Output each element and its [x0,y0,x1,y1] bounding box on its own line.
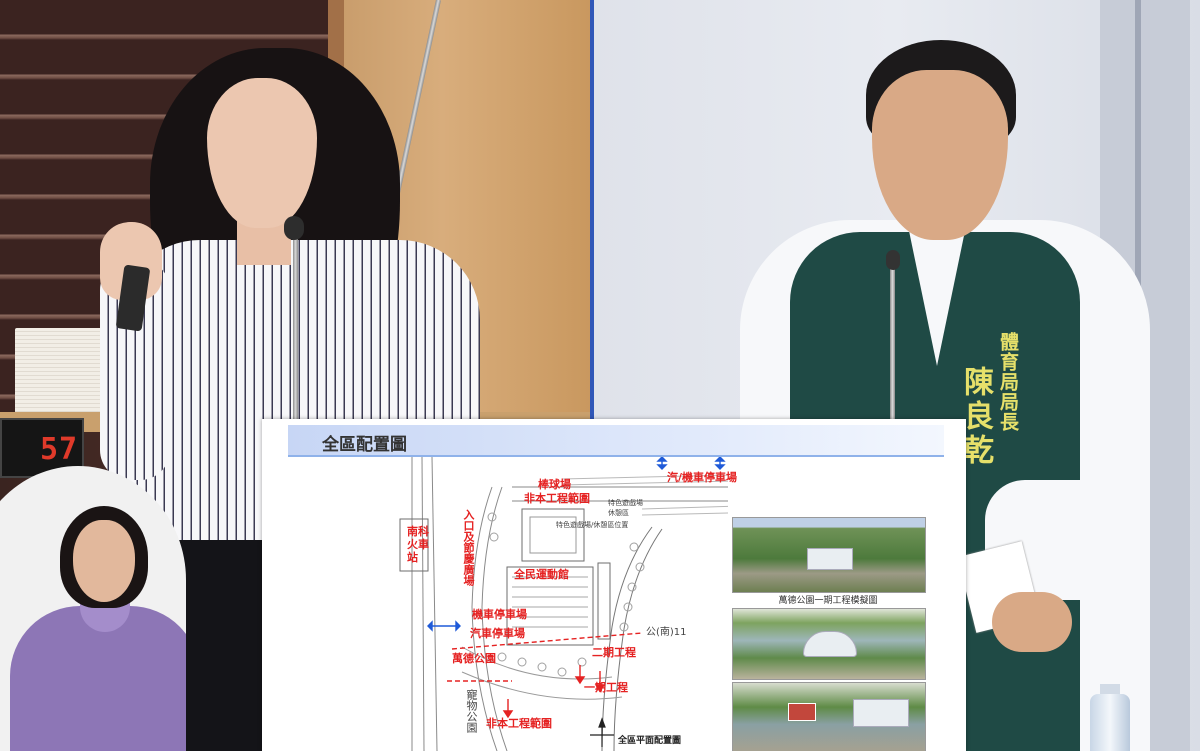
label-motorcycle-parking: 機車停車場 [472,608,527,621]
director-face [872,70,1008,240]
director-mic-stand [890,256,895,436]
timer-digits: 57 [40,432,79,467]
rendering-photo-3 [732,682,926,751]
label-sports-hall: 全民運動館 [514,568,569,581]
label-south-station: 南科火車站 [407,525,429,564]
site-plan-drawing: 南科火車站 入口及節慶廣場 棒球場 非本工程範圍 特色遊戲場/休憩區位置 特色遊… [262,457,737,751]
label-car-moto-parking-top: 汽/機車停車場 [667,471,738,484]
rendering-photo-1 [732,517,926,593]
label-small-note-1: 特色遊戲場/休憩區位置 [556,521,629,529]
rendering-caption: 萬德公園一期工程模擬圖 [778,596,878,606]
slide-title: 全區配置圖 [322,435,407,455]
councillor-mic-head [284,216,304,240]
label-non-project-area-top: 非本工程範圍 [524,492,590,505]
sign-language-interpreter-inset [0,466,186,751]
label-phase-1: 一期工程 [584,681,628,694]
label-site-plan-caption: 全區平面配置圖 [618,736,682,746]
panel-divider [590,0,594,420]
rendering-building [803,631,857,657]
interpreter-face [73,520,135,602]
rendering-photo-2 [732,608,926,680]
label-non-project-area-bottom: 非本工程範圍 [486,717,552,730]
label-small-note-3: 休憩區 [608,509,629,517]
rendering-tennis-court [788,703,816,721]
rendering-building [807,548,853,570]
councillor-mic-stand [293,232,298,422]
slide-header-bar: 全區配置圖 [288,425,944,455]
councillor-face [207,78,317,228]
label-phase-2: 二期工程 [592,646,636,659]
north-arrow-icon [590,717,614,747]
presentation-slide: 全區配置圖 南科火車站 入口及節慶廣場 棒球場 非本工程範圍 特色遊戲場/休憩區… [262,419,966,751]
rendering-building [853,699,909,727]
director-mic-head [886,250,900,270]
label-wande-park: 萬德公園 [452,652,496,665]
site-plan-lines [399,457,728,751]
label-entrance-plaza: 入口及節慶廣場 [462,509,475,586]
label-baseball-field: 棒球場 [538,478,571,491]
name-tag-title: 體育局局長 [997,332,1019,432]
director-hand [992,592,1072,652]
label-car-parking: 汽車停車場 [470,627,525,640]
label-pet-park: 寵物公園 [465,689,478,733]
label-public-road: 公(南)11 [646,627,687,638]
water-bottle [1090,694,1130,751]
